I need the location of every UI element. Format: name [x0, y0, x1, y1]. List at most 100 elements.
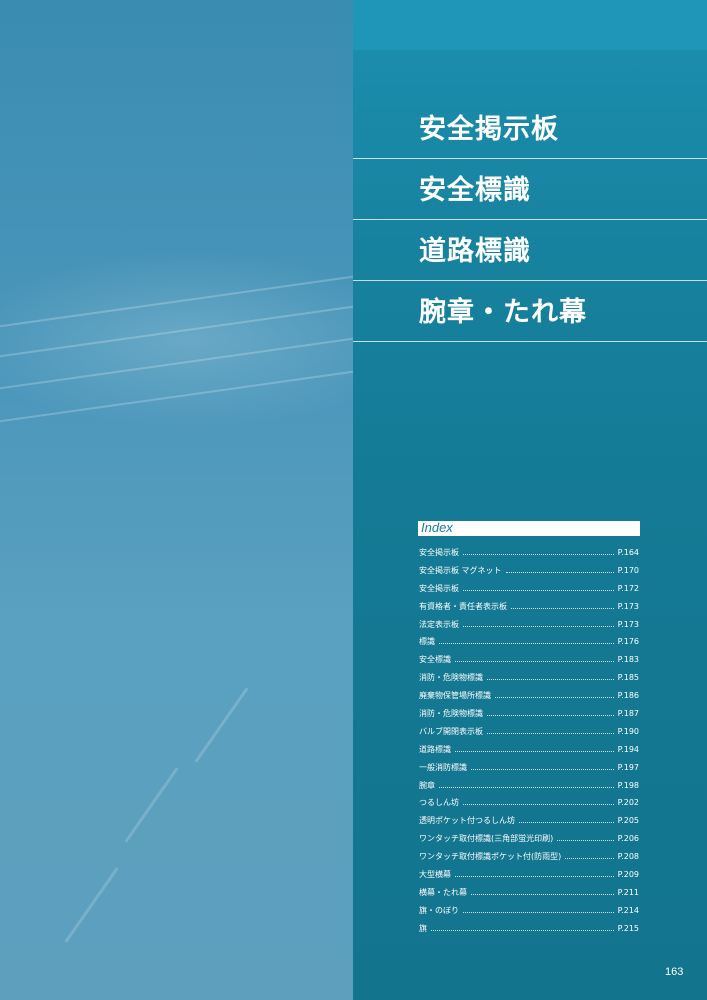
index-item-page: P.194	[617, 744, 639, 754]
index-item-label: ワンタッチ取付標識ポケット付(防雨型)	[419, 852, 562, 862]
dot-leader	[463, 548, 614, 555]
index-item[interactable]: 安全標識 P.183	[419, 654, 639, 672]
index-item-label: 腕章	[419, 780, 435, 790]
road-line	[194, 687, 249, 763]
cover-image-panel	[0, 0, 353, 1000]
index-item-page: P.209	[617, 870, 639, 880]
index-item[interactable]: 旗 P.215	[419, 923, 639, 941]
index-item-label: 有資格者・責任者表示板	[419, 601, 507, 611]
dot-leader	[505, 566, 614, 573]
index-item-label: 消防・危険物標識	[419, 709, 483, 719]
section-title: 安全掲示板	[419, 114, 559, 145]
index-item-label: バルブ開閉表示板	[419, 726, 483, 736]
title-row-1: 安全掲示板	[353, 97, 707, 159]
index-header: Index	[418, 520, 640, 536]
index-item-page: P.185	[617, 673, 639, 683]
index-item-page: P.208	[617, 852, 639, 862]
index-item[interactable]: 一般消防標識 P.197	[419, 762, 639, 780]
index-item-label: 道路標識	[419, 744, 451, 754]
index-item[interactable]: 安全掲示板 P.172	[419, 583, 639, 601]
index-item-page: P.173	[617, 619, 639, 629]
index-item-label: 安全標識	[419, 655, 451, 665]
dot-leader	[455, 870, 614, 878]
dot-leader	[487, 727, 614, 734]
index-item-label: 安全掲示板 マグネット	[419, 565, 502, 575]
index-item-label: 廃棄物保管場所標識	[419, 691, 491, 701]
dot-leader	[439, 637, 614, 645]
index-item-page: P.183	[617, 655, 639, 665]
dot-leader	[511, 602, 614, 609]
index-list: 安全掲示板 P.164 安全掲示板 マグネット P.170 安全掲示板 P.172 有…	[419, 547, 639, 941]
index-item-page: P.215	[617, 923, 639, 933]
index-item-label: 安全掲示板	[419, 583, 459, 593]
index-item-label: つるしん坊	[419, 798, 459, 808]
index-item-label: 透明ポケット付つるしん坊	[419, 816, 515, 826]
index-item-page: P.186	[617, 691, 639, 701]
dot-leader	[463, 906, 614, 913]
title-row-2: 安全標識	[353, 158, 707, 220]
index-item-page: P.205	[617, 816, 639, 826]
index-item-label: 大型横幕	[419, 870, 451, 880]
index-item-page: P.206	[617, 834, 639, 844]
index-item[interactable]: 横幕・たれ幕 P.211	[419, 887, 639, 905]
dot-leader	[463, 620, 614, 627]
index-item-page: P.187	[617, 709, 639, 719]
index-item-page: P.173	[617, 601, 639, 611]
dot-leader	[463, 798, 614, 806]
index-item-page: P.214	[617, 905, 639, 915]
index-item-label: 旗・のぼり	[419, 905, 459, 915]
dot-leader	[519, 816, 614, 824]
index-item-page: P.211	[617, 887, 639, 897]
index-item-label: 横幕・たれ幕	[419, 887, 467, 897]
index-item-page: P.176	[617, 637, 639, 647]
index-item[interactable]: 透明ポケット付つるしん坊 P.205	[419, 815, 639, 833]
dot-leader	[439, 781, 614, 788]
index-item-page: P.170	[617, 565, 639, 575]
dot-leader	[495, 691, 614, 699]
index-item-label: 標識	[419, 637, 435, 647]
index-item-label: ワンタッチ取付標識(三角部蛍光印刷)	[419, 834, 554, 844]
dot-leader	[565, 852, 614, 860]
dot-leader	[487, 709, 614, 717]
section-title: 腕章・たれ幕	[419, 297, 587, 328]
index-item[interactable]: 標識 P.176	[419, 636, 639, 654]
index-item-page: P.198	[617, 780, 639, 790]
section-title: 安全標識	[419, 175, 531, 206]
road-line	[124, 767, 179, 843]
dot-leader	[487, 673, 614, 681]
index-item[interactable]: 旗・のぼり P.214	[419, 905, 639, 923]
road-line	[64, 867, 119, 943]
index-item-label: 安全掲示板	[419, 548, 459, 557]
index-item-label: 消防・危険物標識	[419, 673, 483, 683]
index-item-label: 旗	[419, 923, 427, 933]
index-item[interactable]: 安全掲示板 マグネット P.170	[419, 565, 639, 583]
index-item[interactable]: つるしん坊 P.202	[419, 797, 639, 815]
page-number: 163	[665, 966, 684, 978]
index-item-label: 一般消防標識	[419, 762, 467, 772]
index-item[interactable]: 腕章 P.198	[419, 780, 639, 798]
index-item[interactable]: 道路標識 P.194	[419, 744, 639, 762]
section-title: 道路標識	[419, 236, 531, 267]
dot-leader	[463, 584, 614, 591]
index-item[interactable]: ワンタッチ取付標識(三角部蛍光印刷) P.206	[419, 833, 639, 851]
index-item[interactable]: バルブ開閉表示板 P.190	[419, 726, 639, 744]
index-item[interactable]: 消防・危険物標識 P.185	[419, 672, 639, 690]
dot-leader	[431, 924, 614, 931]
index-item[interactable]: 大型横幕 P.209	[419, 869, 639, 887]
index-heading: Index	[421, 520, 453, 535]
index-item[interactable]: 廃棄物保管場所標識 P.186	[419, 690, 639, 708]
index-item[interactable]: 消防・危険物標識 P.187	[419, 708, 639, 726]
dot-leader	[557, 834, 614, 842]
index-item[interactable]: 安全掲示板 P.164	[419, 547, 639, 565]
dot-leader	[455, 655, 614, 663]
index-item[interactable]: 法定表示板 P.173	[419, 619, 639, 637]
title-row-3: 道路標識	[353, 219, 707, 281]
index-item-page: P.202	[617, 798, 639, 808]
light-glow	[0, 250, 353, 430]
dot-leader	[471, 888, 614, 895]
index-item-page: P.164	[617, 548, 639, 557]
index-item-page: P.190	[617, 726, 639, 736]
index-item[interactable]: ワンタッチ取付標識ポケット付(防雨型) P.208	[419, 851, 639, 869]
index-item[interactable]: 有資格者・責任者表示板 P.173	[419, 601, 639, 619]
top-band	[353, 0, 707, 50]
